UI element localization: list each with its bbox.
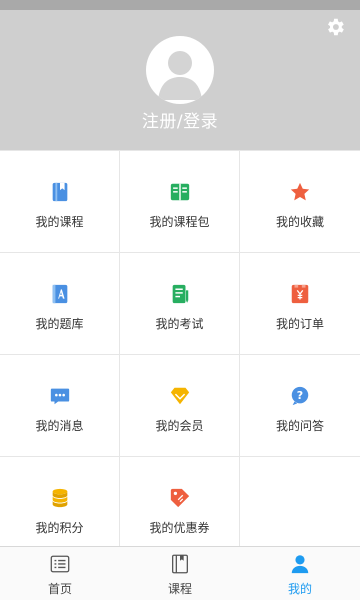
menu-item-label: 我的收藏	[275, 215, 324, 229]
menu-item-label: 我的订单	[275, 317, 324, 331]
profile-header: 注册/登录	[0, 10, 360, 150]
gear-icon[interactable]	[324, 16, 346, 38]
menu-item-label: 我的问答	[275, 419, 324, 433]
question-answer-icon: ?	[291, 386, 309, 406]
tab-courses[interactable]: 课程	[120, 547, 240, 600]
menu-item-label: 我的课程包	[149, 215, 210, 229]
avatar[interactable]	[146, 36, 214, 104]
open-book-icon	[170, 183, 189, 201]
order-icon	[291, 284, 309, 304]
menu-item-my-favorites[interactable]: 我的收藏	[240, 151, 360, 253]
svg-text:?: ?	[297, 389, 303, 402]
menu-item-label: 我的会员	[155, 419, 204, 433]
star-icon	[290, 182, 310, 201]
menu-item-my-coupons[interactable]: 我的优惠券	[120, 457, 240, 547]
menu-item-my-qa[interactable]: ? 我的问答	[240, 355, 360, 457]
message-icon	[50, 388, 69, 405]
menu-item-my-question-bank[interactable]: 我的题库	[0, 253, 120, 355]
bottom-tab-bar: 首页 课程 我的	[0, 546, 360, 600]
tab-home[interactable]: 首页	[0, 547, 120, 600]
default-avatar-icon	[158, 51, 202, 100]
menu-item-label: 我的消息	[35, 419, 84, 433]
exam-icon	[172, 284, 188, 304]
menu-item-my-orders[interactable]: 我的订单	[240, 253, 360, 355]
status-bar	[0, 0, 360, 10]
menu-item-my-membership[interactable]: 我的会员	[120, 355, 240, 457]
tab-label: 首页	[47, 582, 72, 596]
menu-item-label: 我的考试	[155, 317, 204, 331]
coupon-icon	[170, 488, 189, 508]
menu-empty-cell	[240, 457, 360, 547]
coins-icon	[52, 488, 67, 508]
menu-item-my-messages[interactable]: 我的消息	[0, 355, 120, 457]
menu-item-label: 我的课程	[35, 215, 84, 229]
course-book-icon	[172, 554, 188, 574]
course-book-icon	[52, 182, 67, 202]
menu-item-my-exams[interactable]: 我的考试	[120, 253, 240, 355]
member-icon	[170, 387, 189, 405]
menu-item-my-courses[interactable]: 我的课程	[0, 151, 120, 253]
question-bank-icon	[52, 284, 67, 304]
menu-item-label: 我的积分	[35, 521, 84, 535]
menu-item-label: 我的优惠券	[149, 521, 210, 535]
menu-item-label: 我的题库	[35, 317, 84, 331]
tab-mine[interactable]: 我的	[240, 547, 360, 600]
menu-item-my-course-packages[interactable]: 我的课程包	[120, 151, 240, 253]
menu-item-my-points[interactable]: 我的积分	[0, 457, 120, 547]
tab-label: 我的	[287, 582, 312, 596]
menu-grid: 我的课程 我的课程包 我的收藏 我的题库 我的考试 我的订单 我的消息 我的会员…	[0, 150, 360, 547]
tab-label: 课程	[167, 582, 192, 596]
home-list-icon	[50, 555, 70, 573]
user-icon	[291, 555, 309, 574]
login-register-link[interactable]: 注册/登录	[0, 107, 360, 132]
